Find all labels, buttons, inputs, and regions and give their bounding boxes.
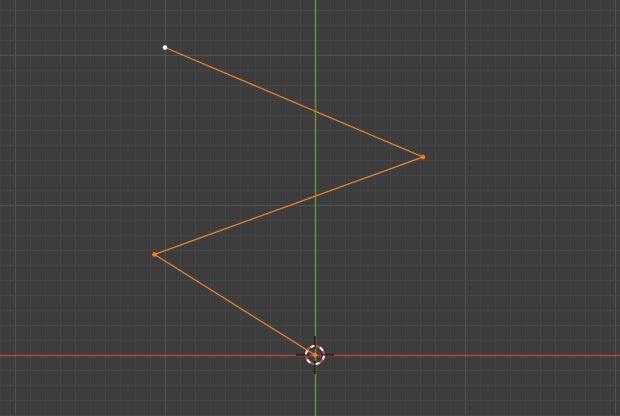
mesh-edge-1[interactable] bbox=[164, 46, 424, 158]
vertex-4[interactable] bbox=[312, 352, 318, 358]
axis-lines bbox=[0, 0, 620, 416]
vertex-1[interactable] bbox=[162, 45, 168, 50]
mesh-edges[interactable] bbox=[153, 46, 424, 356]
vertex-3[interactable] bbox=[152, 252, 157, 257]
3d-viewport[interactable] bbox=[0, 0, 620, 416]
grid-floor bbox=[0, 0, 620, 416]
mesh-edge-3[interactable] bbox=[153, 253, 316, 356]
viewport-canvas[interactable] bbox=[0, 0, 620, 416]
vertex-2[interactable] bbox=[420, 154, 426, 160]
